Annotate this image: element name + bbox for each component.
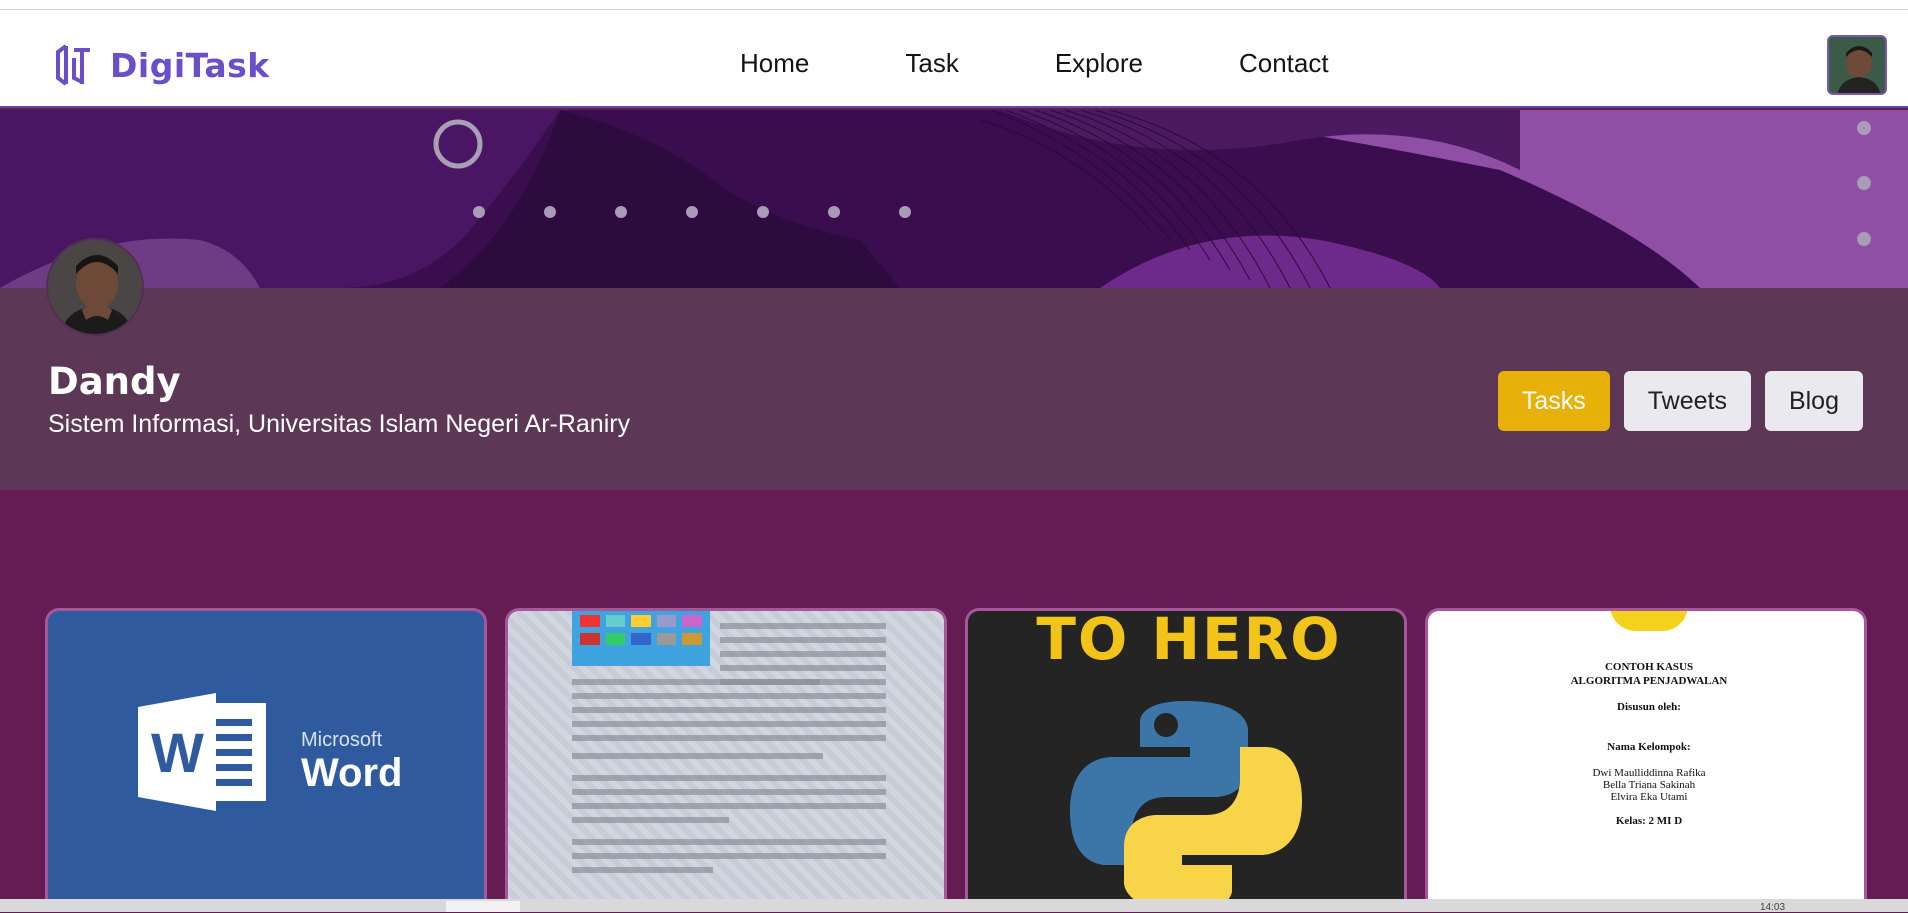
- document-text-block: [572, 671, 886, 881]
- word-brand-line1: Microsoft: [301, 729, 383, 751]
- browser-top-edge: [0, 0, 1908, 10]
- tab-blog[interactable]: Blog: [1764, 371, 1863, 431]
- profile-name: Dandy: [48, 360, 181, 403]
- dt-logo-icon: [56, 44, 90, 86]
- university-seal-icon: [1610, 611, 1688, 631]
- tab-tasks[interactable]: Tasks: [1497, 371, 1610, 431]
- tab-tweets[interactable]: Tweets: [1623, 371, 1751, 431]
- python-course-headline: TO HERO: [1036, 608, 1342, 673]
- profile-subtitle: Sistem Informasi, Universitas Islam Nege…: [48, 410, 631, 438]
- word-icon: W: [138, 693, 268, 811]
- cover-class: Kelas: 2 MI D: [1615, 815, 1683, 827]
- navbar: DigiTask Home Task Explore Contact: [0, 10, 1908, 108]
- task-card[interactable]: TO HERO: [965, 608, 1407, 908]
- task-card[interactable]: [505, 608, 947, 908]
- task-card[interactable]: W Microsoft Word: [45, 608, 487, 908]
- taskbar-clock: 14:03: [1760, 902, 1786, 913]
- profile-avatar: [46, 238, 144, 336]
- person-photo-icon: [48, 240, 142, 334]
- task-card[interactable]: CONTOH KASUS ALGORITMA PENJADWALAN Disus…: [1425, 608, 1867, 908]
- brand-logo[interactable]: DigiTask: [52, 40, 270, 90]
- nav-contact[interactable]: Contact: [1239, 48, 1329, 79]
- word-brand-line2: Word: [301, 751, 403, 795]
- cover-line3: Disusun oleh:: [1617, 701, 1681, 713]
- profile-banner: [0, 110, 1908, 288]
- nav-home[interactable]: Home: [740, 48, 809, 79]
- nav-task[interactable]: Task: [905, 48, 958, 79]
- brand-name: DigiTask: [110, 45, 270, 85]
- cover-line2: ALGORITMA PENJADWALAN: [1570, 675, 1728, 687]
- cover-line1: CONTOH KASUS: [1604, 661, 1694, 673]
- main-nav: Home Task Explore Contact: [740, 48, 1329, 79]
- cover-member: Bella Triana Sakinah: [1602, 779, 1696, 791]
- cover-member: Dwi Maulliddinna Rafika: [1592, 767, 1706, 779]
- svg-text:W: W: [151, 721, 204, 784]
- profile-tabs: Tasks Tweets Blog: [1497, 371, 1863, 431]
- cover-line4: Nama Kelompok:: [1607, 741, 1691, 753]
- user-avatar[interactable]: [1827, 35, 1887, 95]
- nav-explore[interactable]: Explore: [1055, 48, 1143, 79]
- horizontal-scrollbar[interactable]: [0, 899, 1908, 912]
- person-photo-icon: [1829, 37, 1885, 93]
- scrollbar-thumb[interactable]: [446, 901, 520, 912]
- desktop-screenshot-thumbnail: [572, 611, 710, 666]
- banner-artwork: [0, 110, 1908, 288]
- cover-text: CONTOH KASUS ALGORITMA PENJADWALAN Disus…: [1428, 661, 1864, 827]
- python-logo-icon: [1056, 701, 1316, 908]
- cover-member: Elvira Eka Utami: [1610, 791, 1688, 803]
